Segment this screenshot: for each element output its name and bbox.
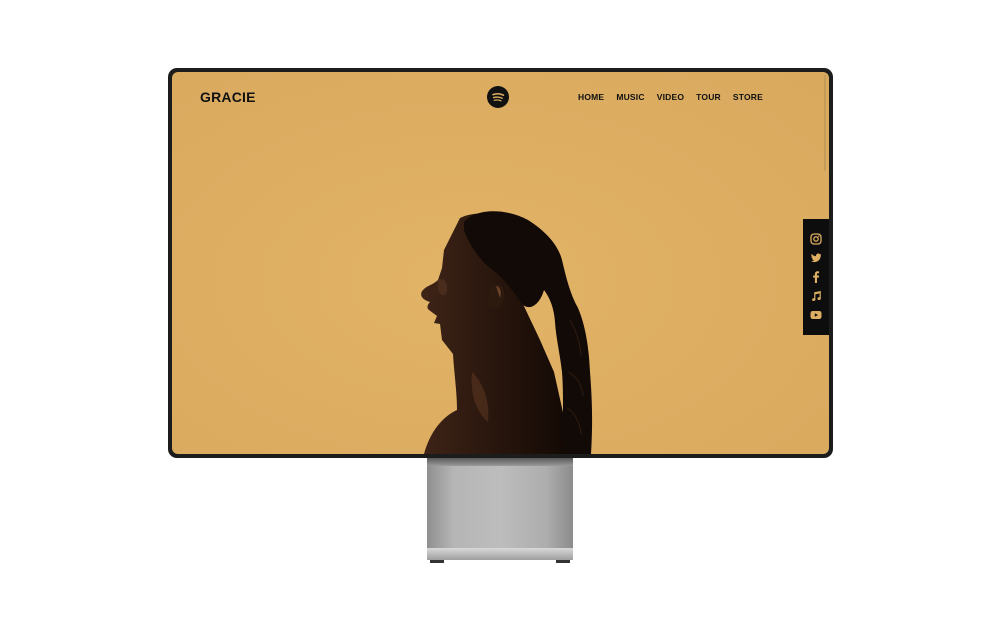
social-links-bar xyxy=(803,219,829,335)
monitor-stand xyxy=(427,458,573,550)
website-screen: GRACIE HOME MUSIC VIDEO TOUR STORE xyxy=(172,72,829,454)
hero-portrait-image xyxy=(172,72,829,454)
twitter-icon[interactable] xyxy=(810,252,822,264)
nav-home[interactable]: HOME xyxy=(578,92,604,102)
spotify-icon[interactable] xyxy=(487,86,509,108)
main-nav: HOME MUSIC VIDEO TOUR STORE xyxy=(578,92,763,102)
monitor-stand-base xyxy=(427,548,573,560)
nav-music[interactable]: MUSIC xyxy=(616,92,644,102)
youtube-icon[interactable] xyxy=(810,309,822,321)
monitor-stand-shadow xyxy=(427,458,573,466)
site-header: GRACIE HOME MUSIC VIDEO TOUR STORE xyxy=(172,72,829,124)
stand-foot-left xyxy=(430,560,444,563)
monitor-frame: GRACIE HOME MUSIC VIDEO TOUR STORE xyxy=(168,68,833,458)
instagram-icon[interactable] xyxy=(810,233,822,245)
nav-store[interactable]: STORE xyxy=(733,92,763,102)
facebook-icon[interactable] xyxy=(810,271,822,283)
stand-foot-right xyxy=(556,560,570,563)
page-scrollbar[interactable] xyxy=(824,75,826,171)
nav-video[interactable]: VIDEO xyxy=(657,92,684,102)
nav-tour[interactable]: TOUR xyxy=(696,92,721,102)
music-note-icon[interactable] xyxy=(810,290,822,302)
site-logo[interactable]: GRACIE xyxy=(200,89,256,105)
